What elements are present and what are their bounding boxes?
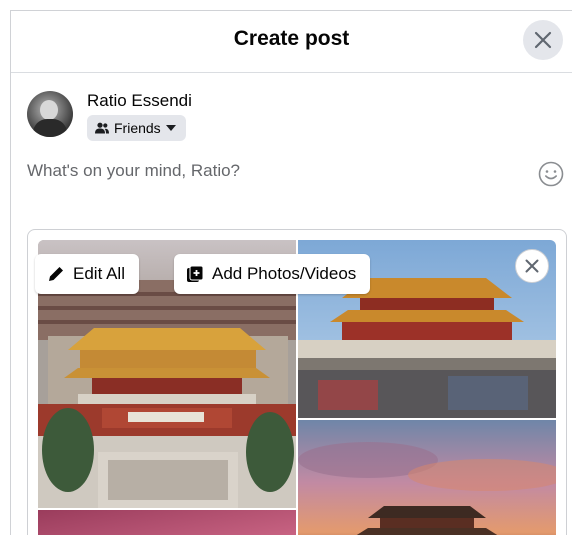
remove-media-button[interactable]: [515, 249, 549, 283]
pencil-icon: [49, 267, 63, 281]
add-photo-icon: [187, 265, 204, 282]
create-post-dialog: Create post Ratio Essendi Friends What's…: [10, 10, 572, 535]
dialog-title: Create post: [233, 27, 350, 50]
avatar[interactable]: [27, 91, 73, 137]
close-icon: [534, 31, 552, 49]
post-text-input[interactable]: What's on your mind, Ratio?: [27, 161, 447, 185]
audience-label: Friends: [114, 120, 161, 136]
edit-all-button[interactable]: Edit All: [35, 254, 139, 294]
emoji-icon: [538, 161, 564, 187]
add-photos-videos-button[interactable]: Add Photos/Videos: [174, 254, 371, 294]
add-photos-videos-label: Add Photos/Videos: [212, 264, 357, 283]
edit-all-label: Edit All: [73, 264, 125, 283]
caret-down-icon: [165, 125, 176, 131]
friends-icon: [95, 122, 109, 134]
photo-forbidden-city-sunset[interactable]: [298, 420, 556, 535]
audience-selector-button[interactable]: Friends: [87, 115, 186, 141]
dialog-header: Create post: [11, 11, 572, 73]
emoji-button[interactable]: [537, 160, 565, 188]
post-author: Ratio Essendi Friends: [27, 89, 327, 149]
photo-pink-sky[interactable]: [38, 510, 296, 535]
author-name: Ratio Essendi: [87, 91, 192, 110]
close-button[interactable]: [523, 20, 563, 60]
close-icon: [525, 259, 539, 273]
